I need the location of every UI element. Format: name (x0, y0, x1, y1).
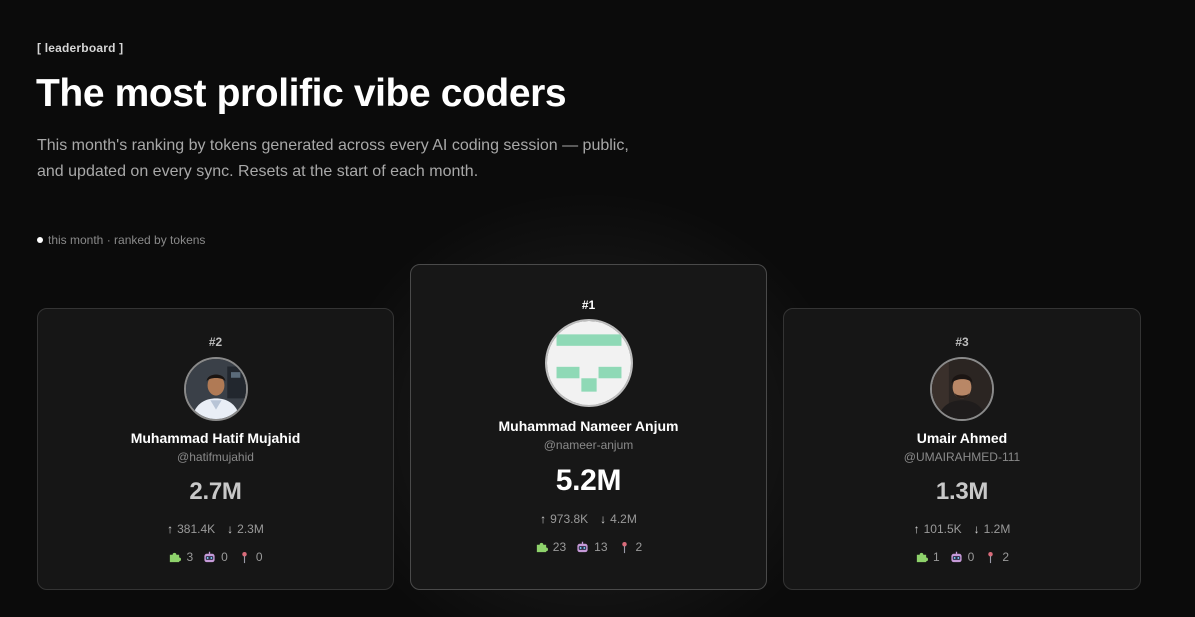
user-name[interactable]: Muhammad Hatif Mujahid (131, 430, 301, 446)
user-handle[interactable]: @hatifmujahid (177, 450, 254, 464)
pin-icon (988, 551, 994, 563)
puzzle-icon (170, 552, 182, 562)
page-title: The most prolific vibe coders (36, 72, 567, 115)
badge-puzzle-count: 3 (186, 550, 194, 564)
puzzle-icon (916, 552, 928, 562)
puzzle-icon (536, 542, 548, 552)
avatar[interactable] (183, 357, 248, 421)
robot-icon (577, 541, 588, 552)
live-dot-icon (37, 237, 43, 243)
user-handle[interactable]: @nameer-anjum (544, 438, 634, 452)
output-tokens: 2.3M (237, 522, 264, 536)
identicon-avatar-icon (546, 321, 631, 405)
avatar-photo-icon (932, 359, 992, 419)
badge-puzzle-count: 23 (552, 540, 567, 554)
user-name[interactable]: Muhammad Nameer Anjum (499, 418, 679, 434)
badge-robot-count: 0 (221, 550, 228, 564)
input-tokens: 101.5K (923, 522, 962, 536)
pin-icon (242, 551, 247, 563)
avatar-photo-icon (185, 359, 246, 419)
token-total: 1.3M (935, 478, 989, 505)
ranking-meta-label: this month · ranked by tokens (48, 233, 206, 247)
arrow-down-icon: ↓ (600, 512, 607, 526)
badge-row: 1 0 2 (915, 550, 1009, 564)
token-io: ↑ 381.4K ↓ 2.3M (167, 522, 264, 536)
avatar[interactable] (544, 319, 633, 407)
badge-pin-count: 2 (1002, 550, 1010, 564)
token-total: 2.7M (189, 478, 242, 505)
avatar[interactable] (930, 357, 994, 421)
podium-card-rank-3[interactable]: #3 Umair Ahmed @UMAIRAHMED-111 1.3M ↑ 101… (783, 308, 1141, 590)
leaderboard-eyebrow: [ leaderboard ] (37, 41, 124, 55)
badge-pin-count: 0 (255, 550, 263, 564)
token-total: 5.2M (555, 464, 622, 497)
page-subtitle: This month's ranking by tokens generated… (37, 137, 629, 180)
arrow-up-icon: ↑ (540, 512, 547, 526)
pin-icon (621, 541, 627, 553)
arrow-down-icon: ↓ (227, 522, 234, 536)
input-tokens: 381.4K (177, 522, 216, 536)
badge-row: 3 0 0 (168, 550, 263, 564)
ranking-meta: this month · ranked by tokens (37, 233, 205, 247)
robot-icon (204, 551, 215, 562)
badge-puzzle-count: 1 (932, 550, 940, 564)
rank-label: #1 (581, 298, 596, 312)
token-io: ↑ 973.8K ↓ 4.2M (540, 512, 637, 526)
badge-row: 23 13 2 (535, 540, 642, 554)
badge-pin-count: 2 (635, 540, 643, 554)
badge-robot-count: 0 (967, 550, 975, 564)
arrow-up-icon: ↑ (913, 522, 920, 536)
robot-icon (951, 551, 962, 562)
rank-label: #2 (208, 335, 223, 349)
arrow-down-icon: ↓ (973, 522, 980, 536)
user-name[interactable]: Umair Ahmed (917, 430, 1008, 446)
output-tokens: 1.2M (983, 522, 1011, 536)
output-tokens: 4.2M (610, 512, 637, 526)
badge-robot-count: 13 (594, 540, 608, 554)
podium-card-rank-1[interactable]: #1 Muhammad Nameer Anjum @nameer-anjum 5… (410, 264, 767, 590)
input-tokens: 973.8K (550, 512, 589, 526)
token-io: ↑ 101.5K ↓ 1.2M (914, 522, 1011, 536)
user-handle[interactable]: @UMAIRAHMED-111 (904, 450, 1020, 464)
podium-card-rank-2[interactable]: #2 Muhammad Hatif Mujahid @hatifmujahid … (37, 308, 394, 590)
rank-label: #3 (955, 335, 969, 349)
arrow-up-icon: ↑ (167, 522, 174, 536)
